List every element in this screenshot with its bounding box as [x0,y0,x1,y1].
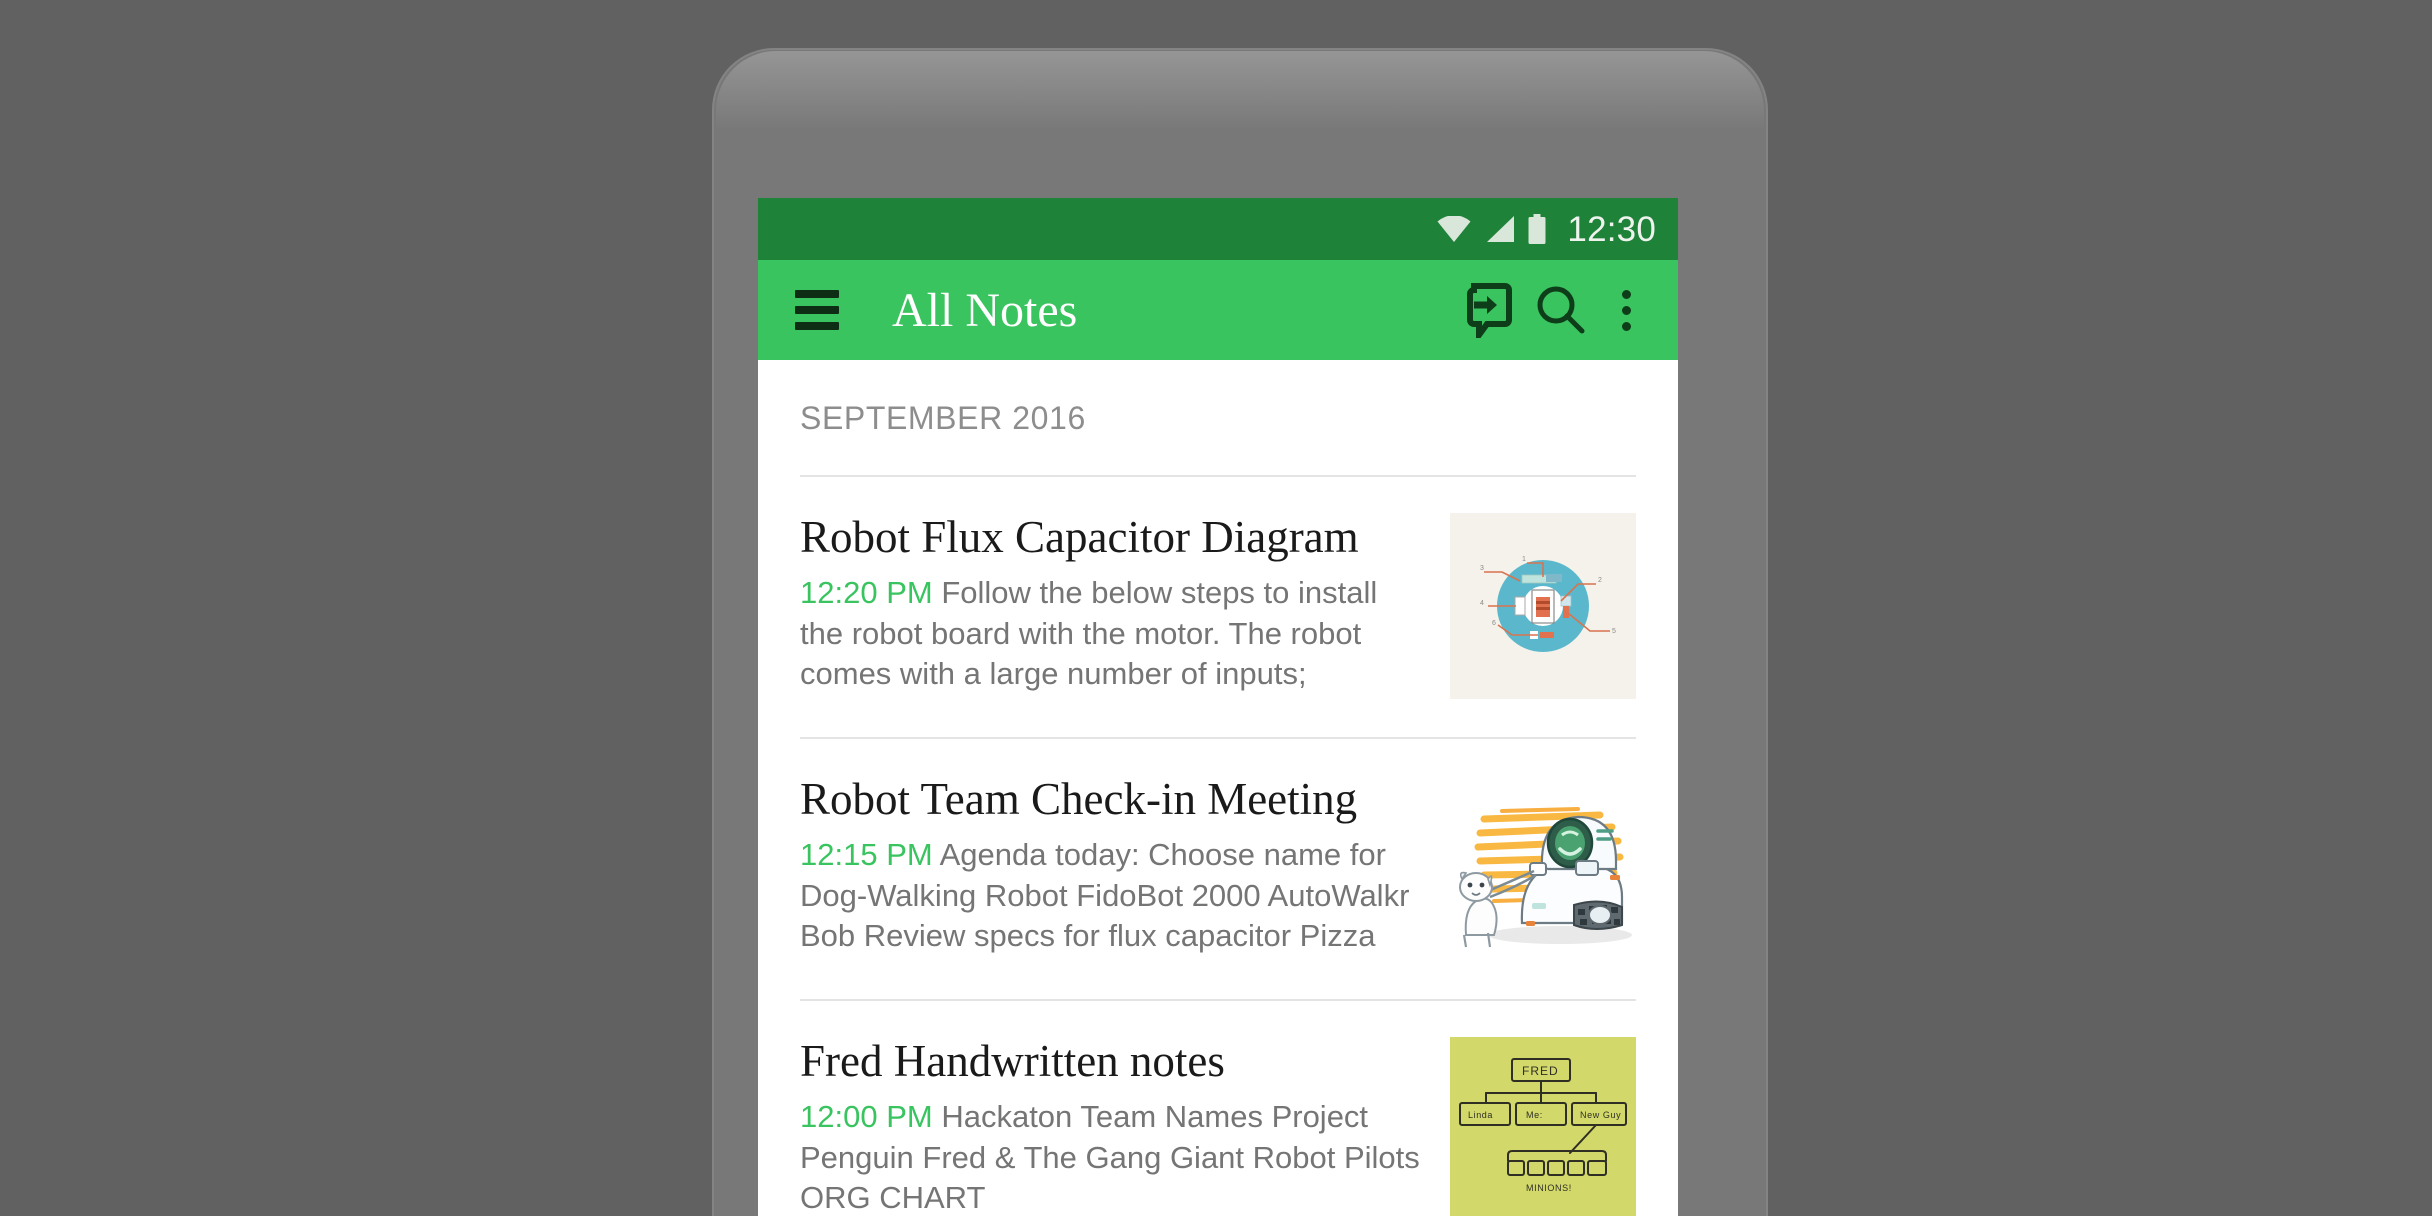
note-timestamp: 12:20 PM [800,574,933,610]
hamburger-bar [795,290,839,298]
list-item[interactable]: Fred Handwritten notes 12:00 PM Hackaton… [758,1001,1678,1216]
list-item[interactable]: Robot Flux Capacitor Diagram 12:20 PM Fo… [758,477,1678,699]
overflow-dot [1621,321,1631,331]
overflow-menu-icon[interactable] [1598,273,1654,347]
svg-text:Linda: Linda [1468,1110,1493,1120]
status-bar: 12:30 [758,198,1678,260]
svg-text:MINIONS!: MINIONS! [1526,1183,1572,1193]
org-chart-sketch-thumbnail: FRED Linda Me: New Guy MINIONS! [1450,1037,1636,1216]
overflow-dot [1621,289,1631,299]
svg-text:4: 4 [1480,600,1484,607]
svg-text:FRED: FRED [1522,1064,1559,1078]
note-title: Robot Team Check-in Meeting [800,774,1358,824]
cell-signal-icon [1485,216,1515,242]
hamburger-bar [795,322,839,330]
note-title: Robot Flux Capacitor Diagram [800,512,1359,562]
note-title: Fred Handwritten notes [800,1036,1225,1086]
svg-text:Me:: Me: [1526,1110,1543,1120]
note-text-block: Robot Flux Capacitor Diagram 12:20 PM Fo… [800,513,1450,695]
note-text-block: Fred Handwritten notes 12:00 PM Hackaton… [800,1037,1450,1216]
app-bar: All Notes [758,260,1678,360]
wifi-icon [1436,216,1472,242]
svg-text:5: 5 [1612,628,1616,635]
battery-icon [1528,214,1546,244]
list-item[interactable]: Robot Team Check-in Meeting 12:15 PM Age… [758,739,1678,961]
svg-text:1: 1 [1522,556,1526,563]
notes-list[interactable]: SEPTEMBER 2016 Robot Flux Capacitor Diag… [758,360,1678,1216]
note-snippet-line: 12:15 PM Agenda today: Choose name for D… [800,835,1428,958]
hamburger-bar [795,306,839,314]
share-to-chat-icon[interactable] [1450,273,1524,347]
phone-screen: 12:30 All Notes SEPTEMBER 2016 Robot Flu… [758,198,1678,1216]
search-icon[interactable] [1524,273,1598,347]
svg-text:2: 2 [1598,577,1602,584]
note-timestamp: 12:15 PM [800,836,933,872]
section-header-date: SEPTEMBER 2016 [800,400,1086,436]
status-bar-icons: 12:30 [1436,212,1656,247]
note-snippet-line: 12:20 PM Follow the below steps to insta… [800,573,1428,696]
svg-text:6: 6 [1492,620,1496,627]
flux-capacitor-diagram-thumbnail: 1 3 4 6 2 5 [1450,513,1636,699]
status-bar-clock: 12:30 [1567,209,1656,249]
page-title: All Notes [892,283,1078,337]
svg-text:New Guy: New Guy [1580,1110,1621,1120]
svg-text:3: 3 [1480,565,1484,572]
overflow-dot [1621,305,1631,315]
note-timestamp: 12:00 PM [800,1098,933,1134]
note-snippet-line: 12:00 PM Hackaton Team Names Project Pen… [800,1097,1428,1216]
overflow-dots [1621,289,1631,331]
note-text-block: Robot Team Check-in Meeting 12:15 PM Age… [800,775,1450,957]
dog-walking-robot-thumbnail [1450,775,1636,961]
hamburger-menu-icon[interactable] [786,279,848,341]
